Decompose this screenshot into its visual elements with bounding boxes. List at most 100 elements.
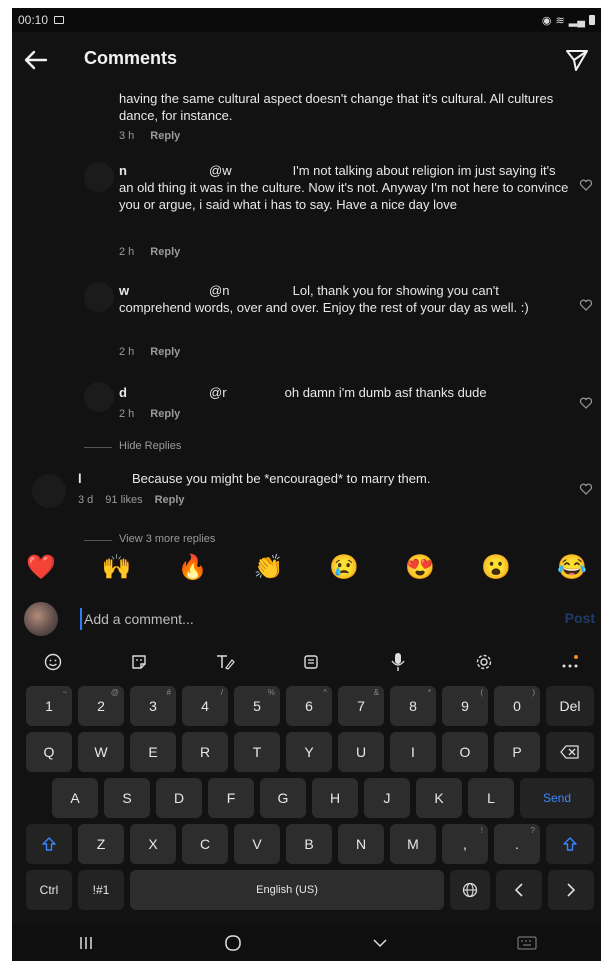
key-9[interactable]: 9( <box>442 686 488 726</box>
key-j[interactable]: J <box>364 778 410 818</box>
hide-keyboard-icon[interactable] <box>368 933 392 953</box>
like-heart-icon[interactable] <box>579 396 593 410</box>
key-f[interactable]: F <box>208 778 254 818</box>
emoji-surprised-face[interactable]: 😮 <box>481 556 511 580</box>
emoji-clapping-hands[interactable]: 👏 <box>254 556 284 580</box>
reply-button[interactable]: Reply <box>150 346 180 358</box>
key-m[interactable]: M <box>390 824 436 864</box>
reply-button[interactable]: Reply <box>150 246 180 258</box>
space-bar[interactable]: English (US) <box>130 870 444 910</box>
shift-key[interactable] <box>26 824 72 864</box>
mention[interactable]: @r <box>209 384 281 401</box>
key-g[interactable]: G <box>260 778 306 818</box>
sticker-icon[interactable] <box>128 651 150 673</box>
avatar[interactable] <box>84 282 114 312</box>
emoji-red-heart[interactable]: ❤️ <box>26 556 56 580</box>
key-0[interactable]: 0) <box>494 686 540 726</box>
key-x[interactable]: X <box>130 824 176 864</box>
emoji-heart-eyes[interactable]: 😍 <box>405 556 435 580</box>
avatar[interactable] <box>84 382 114 412</box>
share-icon[interactable] <box>565 48 589 72</box>
key-h[interactable]: H <box>312 778 358 818</box>
cursor-left-key[interactable] <box>496 870 542 910</box>
more-options-icon[interactable] <box>559 651 581 673</box>
emoji-crying-face[interactable]: 😢 <box>329 556 359 580</box>
like-heart-icon[interactable] <box>579 298 593 312</box>
avatar[interactable] <box>84 162 114 192</box>
view-more-replies-button[interactable]: View 3 more replies <box>119 533 215 545</box>
backspace-key[interactable] <box>546 732 594 772</box>
divider <box>84 540 112 541</box>
key-s[interactable]: S <box>104 778 150 818</box>
avatar[interactable] <box>32 474 66 508</box>
key-a[interactable]: A <box>52 778 98 818</box>
key-comma[interactable]: ,! <box>442 824 488 864</box>
key-n[interactable]: N <box>338 824 384 864</box>
key-r[interactable]: R <box>182 732 228 772</box>
recent-apps-icon[interactable] <box>74 933 98 953</box>
key-v[interactable]: V <box>234 824 280 864</box>
settings-gear-icon[interactable] <box>473 651 495 673</box>
symbols-key[interactable]: !#1 <box>78 870 124 910</box>
key-6[interactable]: 6 ^ <box>286 686 332 726</box>
comment-username[interactable]: n <box>119 162 209 179</box>
key-l[interactable]: L <box>468 778 514 818</box>
comments-list: having the same cultural aspect doesn't … <box>12 88 601 548</box>
reply-button[interactable]: Reply <box>150 130 180 142</box>
key-z[interactable]: Z <box>78 824 124 864</box>
like-heart-icon[interactable] <box>579 178 593 192</box>
post-button[interactable]: Post <box>565 610 595 626</box>
mention[interactable]: @n <box>209 282 289 299</box>
reply-button[interactable]: Reply <box>155 494 185 506</box>
key-c[interactable]: C <box>182 824 228 864</box>
home-icon[interactable] <box>221 933 245 953</box>
comment-username[interactable]: l <box>78 470 132 487</box>
shift-key-right[interactable] <box>546 824 594 864</box>
emoji-fire[interactable]: 🔥 <box>178 556 208 580</box>
ctrl-key[interactable]: Ctrl <box>26 870 72 910</box>
back-arrow-icon[interactable] <box>22 46 50 74</box>
key-o[interactable]: O <box>442 732 488 772</box>
key-i[interactable]: I <box>390 732 436 772</box>
key-7[interactable]: 7 & <box>338 686 384 726</box>
keyboard-switch-icon[interactable] <box>515 933 539 953</box>
keyboard: 1 ~ 2 @ 3 # 4/ 5% 6 ^ 7 & 8 * 9( 0) Del Q W E … <box>12 680 601 925</box>
comment-meta: 3 h Reply <box>119 130 180 142</box>
language-key[interactable] <box>450 870 490 910</box>
hide-replies-button[interactable]: Hide Replies <box>119 440 181 452</box>
key-b[interactable]: B <box>286 824 332 864</box>
key-t[interactable]: T <box>234 732 280 772</box>
key-y[interactable]: Y <box>286 732 332 772</box>
key-5[interactable]: 5% <box>234 686 280 726</box>
clipboard-icon[interactable] <box>300 651 322 673</box>
cursor-right-key[interactable] <box>548 870 594 910</box>
mention[interactable]: @w <box>209 162 289 179</box>
reply-button[interactable]: Reply <box>150 408 180 420</box>
comment-text: w @n Lol, thank you for showing you can't… <box>119 282 529 315</box>
comment-input[interactable] <box>80 608 520 630</box>
emoji-laughing-face[interactable]: 😂 <box>557 556 587 580</box>
key-8[interactable]: 8 * <box>390 686 436 726</box>
key-w[interactable]: W <box>78 732 124 772</box>
delete-key[interactable]: Del <box>546 686 594 726</box>
key-k[interactable]: K <box>416 778 462 818</box>
emoji-keyboard-icon[interactable] <box>42 651 64 673</box>
key-u[interactable]: U <box>338 732 384 772</box>
comment-username[interactable]: w <box>119 282 209 299</box>
handwriting-icon[interactable] <box>214 651 236 673</box>
comment-likes[interactable]: 91 likes <box>105 494 142 506</box>
key-1[interactable]: 1 ~ <box>26 686 72 726</box>
key-2[interactable]: 2 @ <box>78 686 124 726</box>
comment-username[interactable]: d <box>119 384 209 401</box>
emoji-raising-hands[interactable]: 🙌 <box>102 556 132 580</box>
key-period[interactable]: .? <box>494 824 540 864</box>
key-d[interactable]: D <box>156 778 202 818</box>
key-e[interactable]: E <box>130 732 176 772</box>
key-3[interactable]: 3 # <box>130 686 176 726</box>
key-q[interactable]: Q <box>26 732 72 772</box>
key-4[interactable]: 4/ <box>182 686 228 726</box>
microphone-icon[interactable] <box>387 651 409 673</box>
like-heart-icon[interactable] <box>579 482 593 496</box>
send-key[interactable]: Send <box>520 778 594 818</box>
key-p[interactable]: P <box>494 732 540 772</box>
